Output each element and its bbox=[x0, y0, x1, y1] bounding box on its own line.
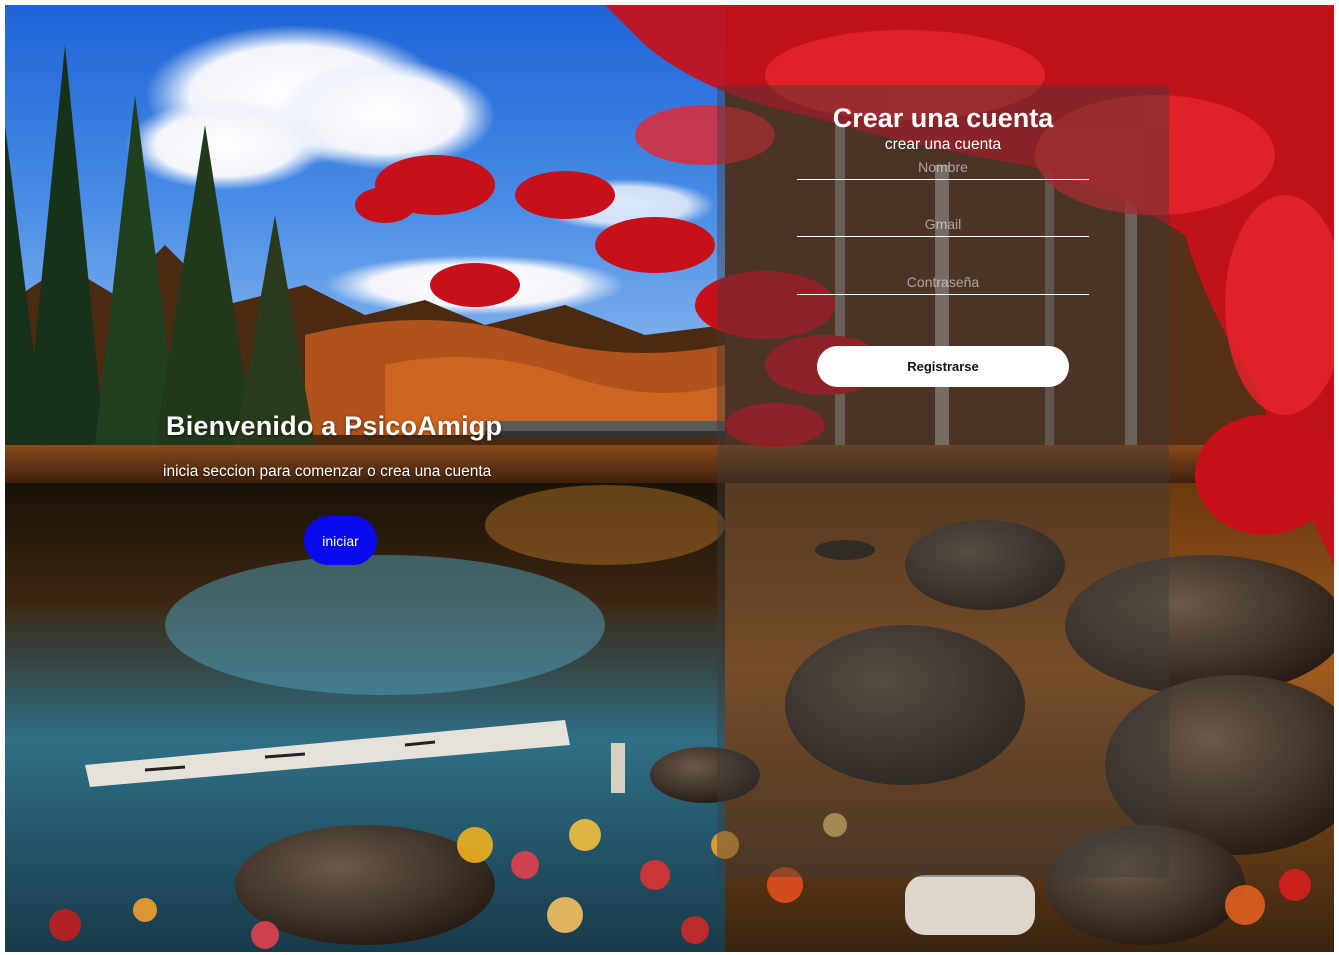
signup-subtitle: crear una cuenta bbox=[884, 136, 1002, 153]
signup-title: Crear una cuenta bbox=[832, 103, 1054, 133]
page-root: Bienvenido a PsicoAmigp inicia seccion p… bbox=[5, 5, 1334, 952]
signup-panel: Crear una cuenta crear una cuenta Regist… bbox=[717, 85, 1169, 877]
email-field[interactable] bbox=[797, 212, 1089, 237]
login-button[interactable]: iniciar bbox=[304, 516, 377, 565]
password-field[interactable] bbox=[797, 270, 1089, 295]
register-button[interactable]: Registrarse bbox=[817, 346, 1069, 387]
name-field[interactable] bbox=[797, 155, 1089, 180]
welcome-subtitle: inicia seccion para comenzar o crea una … bbox=[163, 463, 492, 480]
welcome-title: Bienvenido a PsicoAmigp bbox=[166, 411, 503, 441]
